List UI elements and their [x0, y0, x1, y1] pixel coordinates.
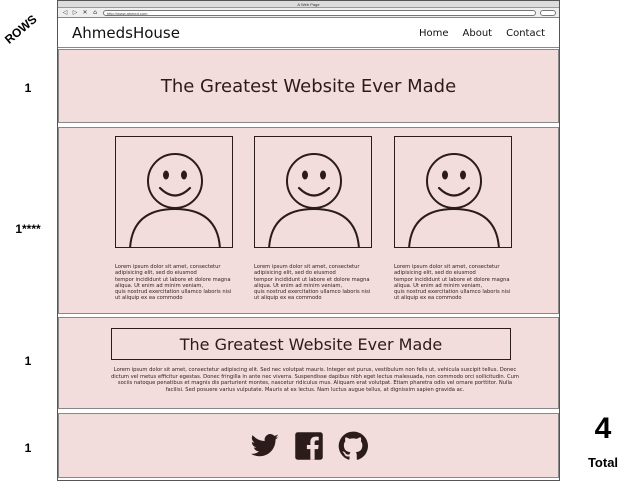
profile-card: Lorem ipsum dolor sit amet, consectetur …	[254, 136, 376, 302]
twitter-icon[interactable]	[250, 431, 280, 461]
total-count: 4	[594, 412, 612, 445]
row-count-2: 1****	[15, 222, 41, 236]
row-count-4: 1	[24, 441, 32, 455]
nav-link-about[interactable]: About	[463, 28, 493, 39]
cards-section: Lorem ipsum dolor sit amet, consectetur …	[58, 127, 559, 314]
avatar-placeholder	[254, 136, 372, 248]
forward-arrow-icon[interactable]: ▷	[71, 9, 79, 16]
navbar: AhmedsHouse Home About Contact	[58, 19, 559, 48]
row-count-3: 1	[24, 354, 32, 368]
url-bar[interactable]: http://www.ahmed.com	[103, 9, 536, 16]
nav-link-contact[interactable]: Contact	[506, 28, 545, 39]
feature-paragraph: Lorem ipsum dolor sit amet, consectetur …	[111, 367, 519, 393]
smiley-avatar-icon	[268, 153, 360, 247]
smiley-avatar-icon	[129, 153, 221, 247]
avatar-placeholder	[115, 136, 233, 248]
row-count-1: 1	[24, 81, 32, 95]
card-text: Lorem ipsum dolor sit amet, consectetur …	[115, 264, 232, 302]
home-icon[interactable]: ⌂	[91, 9, 99, 16]
browser-title: A Web Page	[58, 1, 559, 8]
smiley-avatar-icon	[408, 153, 500, 247]
rows-annotation: ROWS	[2, 11, 40, 47]
browser-toolbar: ◁ ▷ ✕ ⌂ http://www.ahmed.com	[58, 8, 559, 18]
facebook-icon[interactable]	[294, 431, 324, 461]
card-text: Lorem ipsum dolor sit amet, consectetur …	[254, 264, 371, 302]
hero-section: The Greatest Website Ever Made	[58, 49, 559, 123]
close-icon[interactable]: ✕	[81, 9, 89, 16]
card-text: Lorem ipsum dolor sit amet, consectetur …	[394, 264, 511, 302]
feature-section: The Greatest Website Ever Made Lorem ips…	[58, 317, 559, 409]
hero-title: The Greatest Website Ever Made	[160, 75, 457, 97]
profile-card: Lorem ipsum dolor sit amet, consectetur …	[115, 136, 237, 302]
back-arrow-icon[interactable]: ◁	[61, 9, 69, 16]
total-label: Total	[587, 455, 619, 470]
brand-logo[interactable]: AhmedsHouse	[72, 24, 180, 42]
feature-title-box: The Greatest Website Ever Made	[111, 328, 511, 360]
nav-link-home[interactable]: Home	[419, 28, 449, 39]
github-icon[interactable]	[338, 431, 368, 461]
browser-search-field[interactable]	[540, 9, 556, 16]
feature-title: The Greatest Website Ever Made	[179, 334, 443, 354]
browser-window: A Web Page ◁ ▷ ✕ ⌂ http://www.ahmed.com …	[57, 0, 560, 481]
profile-card: Lorem ipsum dolor sit amet, consectetur …	[394, 136, 516, 302]
avatar-placeholder	[394, 136, 512, 248]
footer-section	[58, 413, 559, 478]
nav-links: Home About Contact	[419, 28, 545, 39]
